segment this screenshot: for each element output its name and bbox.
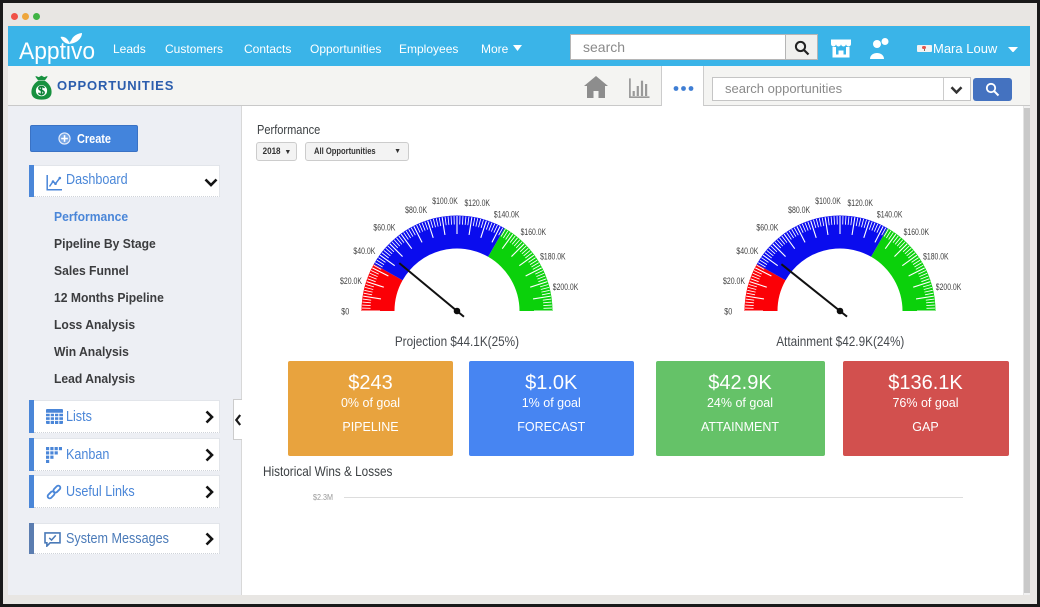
svg-text:$80.0K: $80.0K	[788, 205, 810, 215]
svg-text:$160.0K: $160.0K	[520, 227, 546, 237]
svg-text:$20.0K: $20.0K	[723, 276, 745, 286]
svg-text:$60.0K: $60.0K	[373, 222, 395, 232]
svg-text:$120.0K: $120.0K	[464, 198, 490, 208]
svg-text:$160.0K: $160.0K	[904, 227, 930, 237]
svg-text:$200.0K: $200.0K	[552, 282, 578, 292]
svg-text:$0: $0	[724, 307, 732, 317]
svg-text:$60.0K: $60.0K	[756, 222, 778, 232]
svg-text:$180.0K: $180.0K	[923, 252, 949, 262]
svg-text:$140.0K: $140.0K	[493, 209, 519, 219]
svg-text:$100.0K: $100.0K	[815, 196, 841, 206]
svg-text:$140.0K: $140.0K	[877, 209, 903, 219]
svg-text:$40.0K: $40.0K	[736, 246, 758, 256]
svg-text:$120.0K: $120.0K	[848, 198, 874, 208]
svg-text:$200.0K: $200.0K	[936, 282, 962, 292]
svg-text:$80.0K: $80.0K	[405, 205, 427, 215]
svg-text:$40.0K: $40.0K	[353, 246, 375, 256]
svg-text:$180.0K: $180.0K	[540, 252, 566, 262]
svg-text:$20.0K: $20.0K	[340, 276, 362, 286]
svg-text:$100.0K: $100.0K	[432, 196, 458, 206]
svg-text:$0: $0	[341, 307, 349, 317]
